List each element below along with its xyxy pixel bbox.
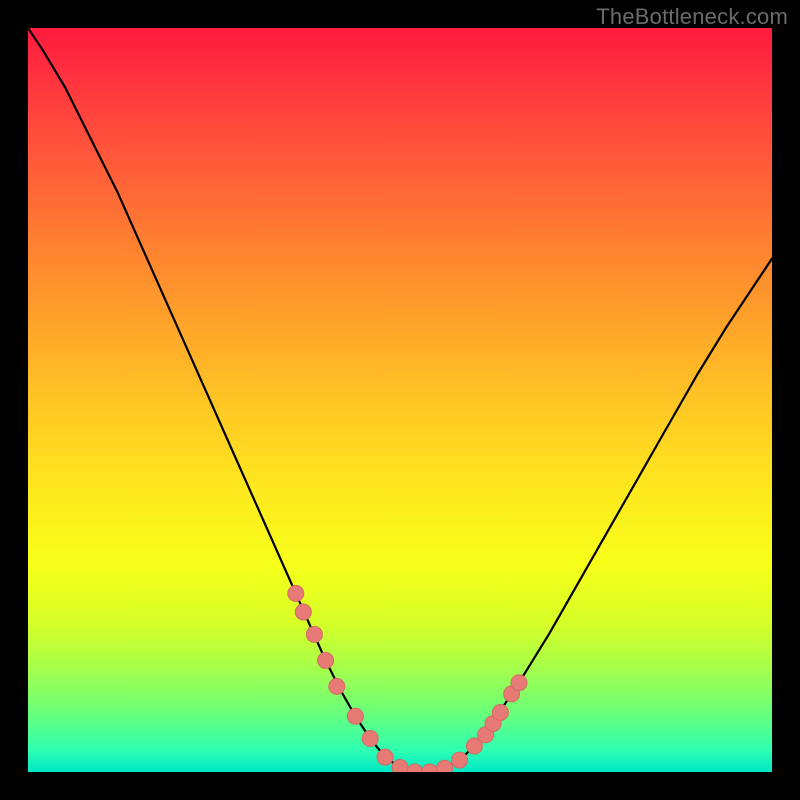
marker-dot <box>329 678 345 694</box>
chart-svg <box>28 28 772 772</box>
marker-dot <box>437 760 453 772</box>
marker-dot <box>295 604 311 620</box>
plot-area <box>28 28 772 772</box>
marker-dot <box>318 652 334 668</box>
marker-dot <box>452 752 468 768</box>
marker-dot <box>492 705 508 721</box>
marker-group <box>288 585 527 772</box>
bottleneck-curve <box>28 28 772 772</box>
marker-dot <box>377 749 393 765</box>
marker-dot <box>422 764 438 772</box>
marker-dot <box>511 675 527 691</box>
marker-dot <box>347 708 363 724</box>
watermark-text: TheBottleneck.com <box>596 4 788 30</box>
marker-dot <box>288 585 304 601</box>
chart-stage: TheBottleneck.com <box>0 0 800 800</box>
marker-dot <box>392 760 408 773</box>
marker-dot <box>362 731 378 747</box>
marker-dot <box>306 626 322 642</box>
marker-dot <box>407 764 423 772</box>
